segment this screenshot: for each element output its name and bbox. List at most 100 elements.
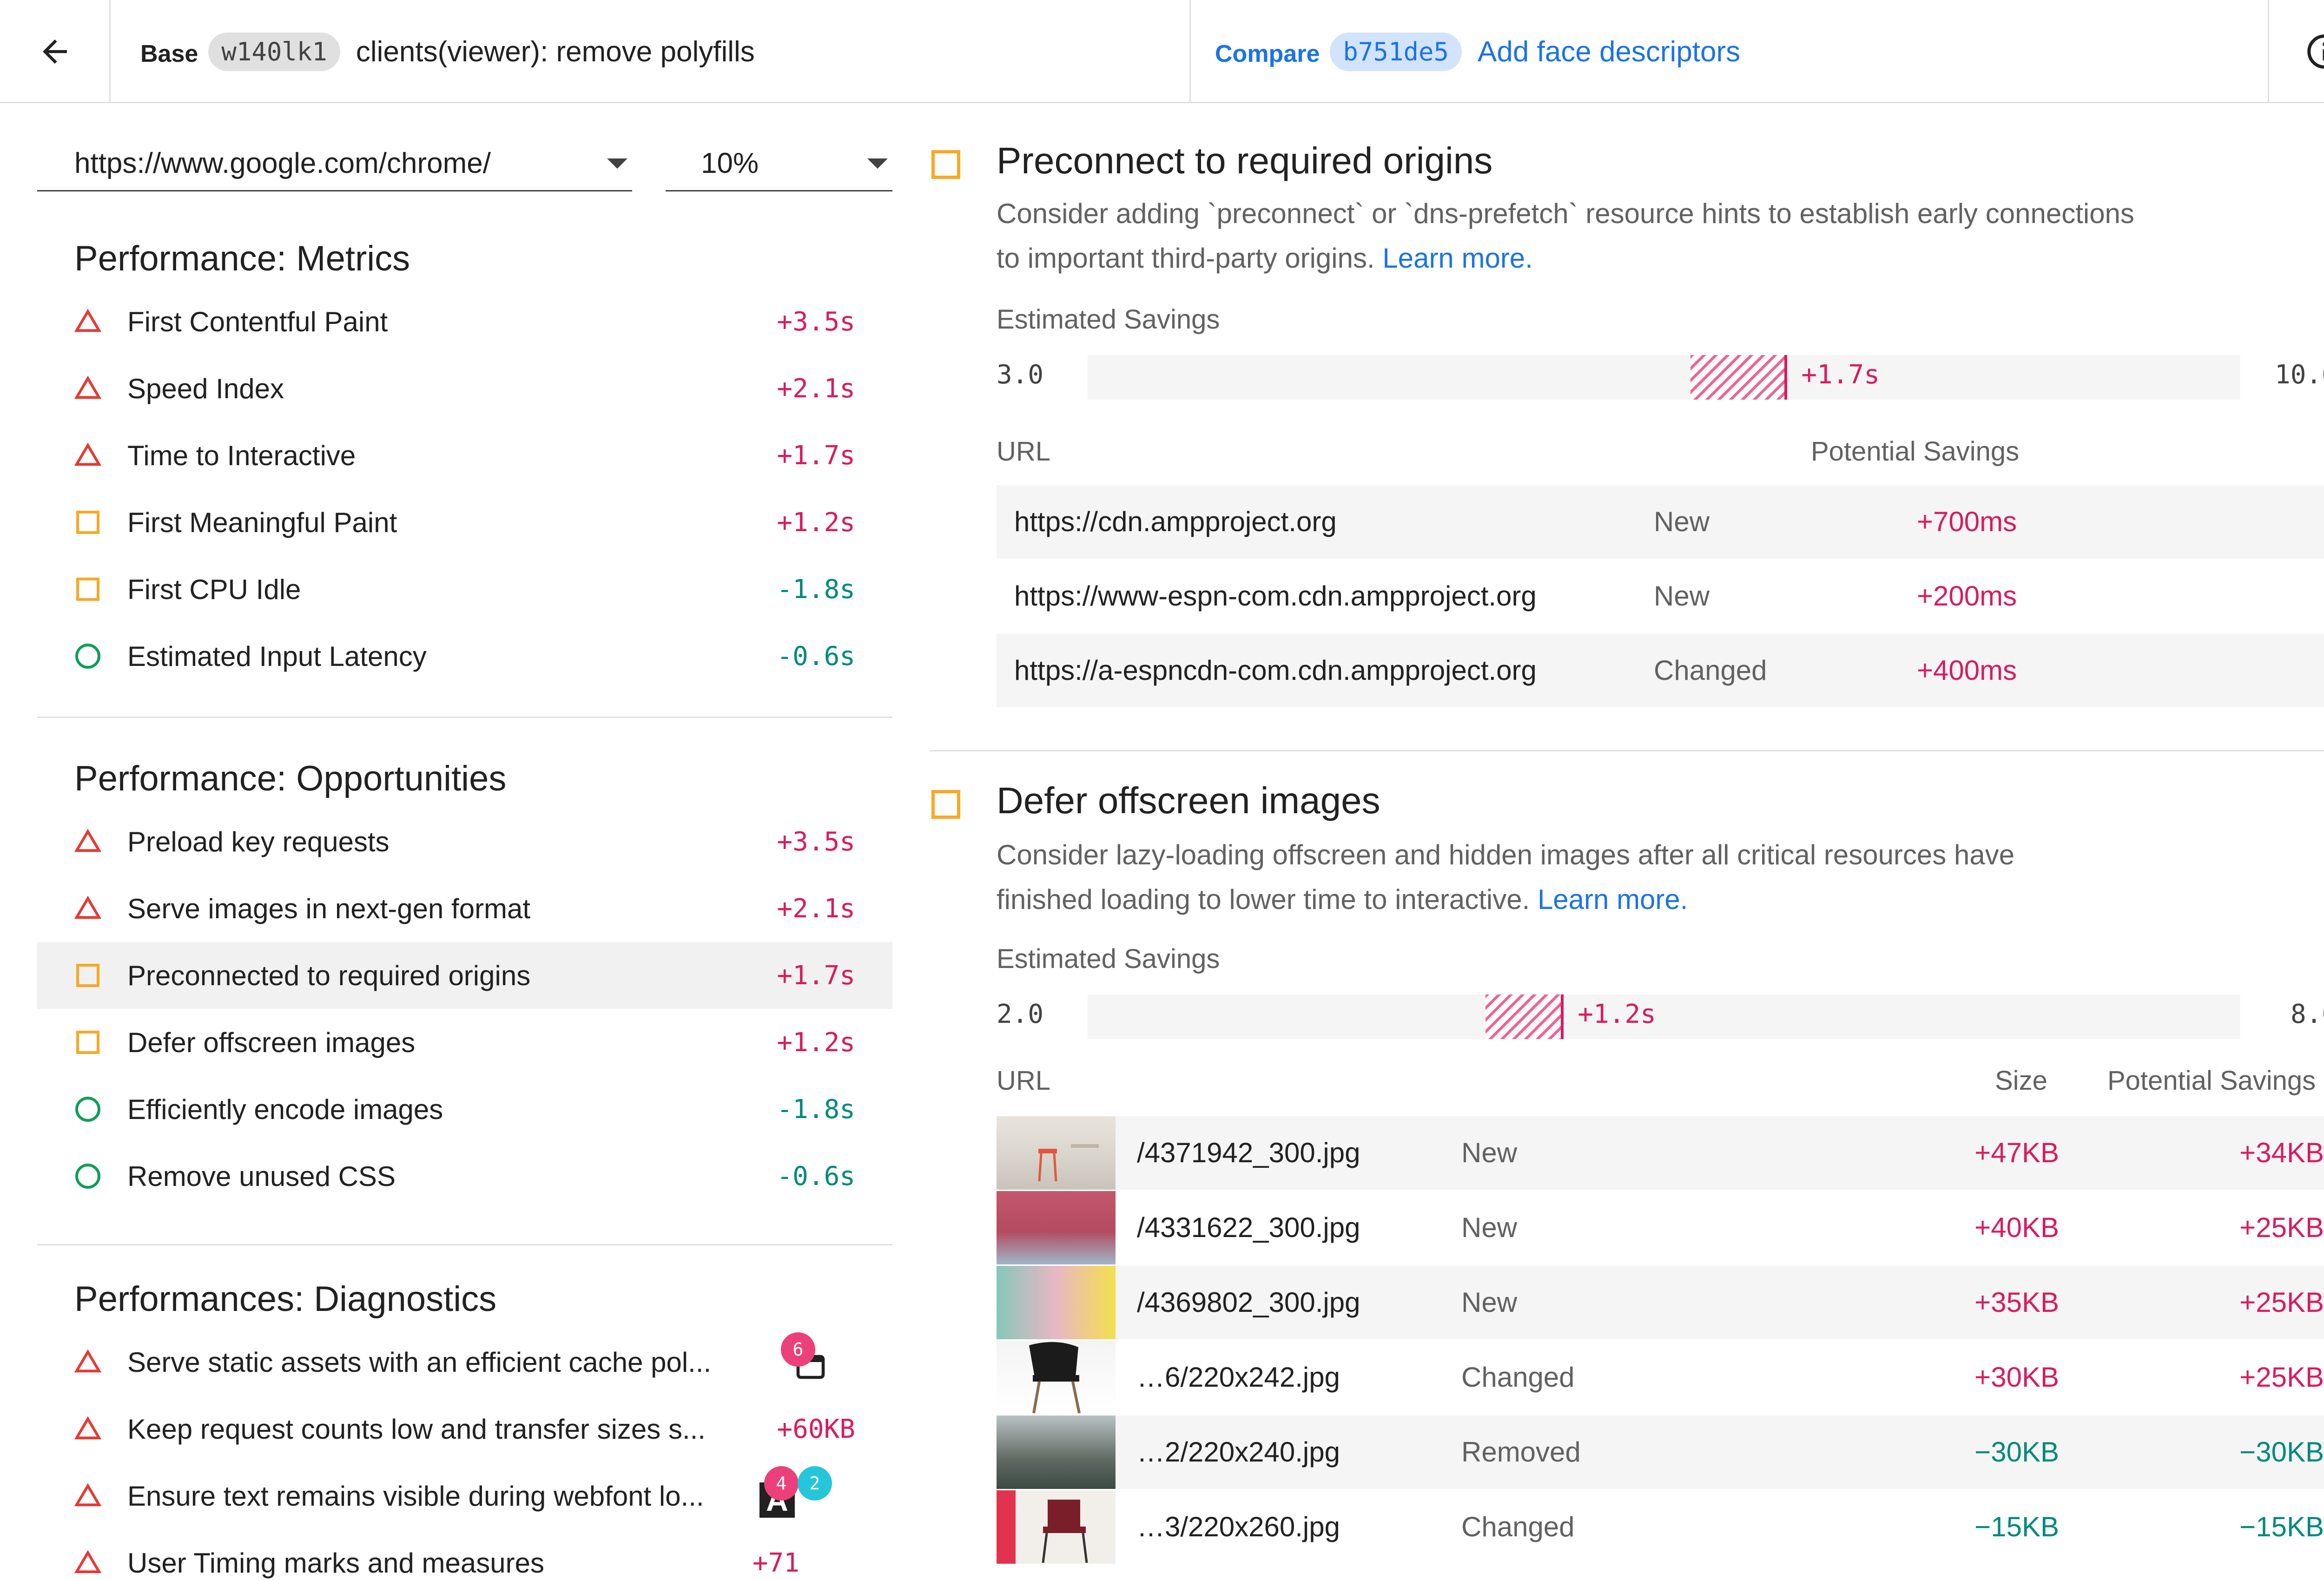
opportunity-row-label: Preload key requests — [127, 826, 390, 857]
opportunity-row[interactable]: Serve images in next-gen format +2.1s — [37, 875, 892, 942]
metric-row[interactable]: First CPU Idle -1.8s — [37, 556, 892, 623]
opportunities-section: Performance: Opportunities Preload key r… — [37, 743, 892, 1210]
table-row[interactable]: /4371942_300.jpg New +47KB +34KB — [997, 1116, 2324, 1190]
compare-commit: Compare b751de5 Add face descriptors — [1191, 0, 2269, 103]
diagnostic-row-label: Serve static assets with an efficient ca… — [127, 1346, 712, 1378]
table-row[interactable]: https://cdn.ampproject.org New +700ms — [997, 485, 2324, 559]
learn-more-link[interactable]: Learn more — [1382, 243, 1525, 274]
average-square-icon — [74, 509, 101, 536]
right-panel: Preconnect to required origins Consider … — [930, 103, 2324, 1580]
metric-row-value: +2.1s — [777, 373, 855, 404]
opportunity-row[interactable]: Remove unused CSS -0.6s — [37, 1143, 892, 1210]
opportunity-row-value: +3.5s — [777, 826, 855, 857]
diagnostic-row[interactable]: User Timing marks and measures +71 — [37, 1529, 892, 1580]
metric-row[interactable]: Time to Interactive +1.7s — [37, 422, 892, 489]
compare-label: Compare — [1215, 40, 1320, 67]
opportunity-row[interactable]: Efficiently encode images -1.8s — [37, 1076, 892, 1143]
metric-row-label: Estimated Input Latency — [127, 640, 427, 672]
red-chair-thumbnail — [997, 1490, 1116, 1564]
compare-commit-message[interactable]: Add face descriptors — [1478, 35, 1740, 68]
status-cell: Changed — [1461, 1511, 1575, 1542]
metric-row-value: +1.7s — [777, 440, 855, 471]
metric-row[interactable]: First Meaningful Paint +1.2s — [37, 489, 892, 556]
savings-cell: +400ms — [1917, 655, 2017, 686]
metric-row-value: +1.2s — [777, 507, 855, 538]
fail-triangle-icon — [74, 308, 102, 335]
pass-circle-icon — [74, 643, 101, 670]
savings-track — [1088, 355, 2240, 400]
compare-hash-chip[interactable]: b751de5 — [1330, 32, 1462, 71]
opportunity-row[interactable]: Defer offscreen images +1.2s — [37, 1009, 892, 1076]
metrics-section: Performance: Metrics First Contentful Pa… — [37, 223, 892, 690]
audit-description-line-2: finished loading to lower time to intera… — [997, 877, 2251, 922]
opportunity-row-value: -0.6s — [777, 1161, 855, 1192]
table-row[interactable]: /4369802_300.jpg New +35KB +25KB — [997, 1266, 2324, 1339]
divider — [37, 1244, 892, 1245]
opportunity-row-label: Remove unused CSS — [127, 1160, 396, 1192]
learn-more-link[interactable]: Learn more — [1538, 884, 1680, 915]
diagnostic-row[interactable]: Serve static assets with an efficient ca… — [37, 1329, 892, 1396]
table-row[interactable]: https://www-espn-com.cdn.ampproject.org N… — [997, 560, 2324, 633]
opportunity-row-label: Preconnected to required origins — [127, 960, 531, 991]
scale-max: 8.0 — [2291, 999, 2324, 1029]
count-badge: 4 — [764, 1466, 799, 1501]
size-cell: +35KB — [1974, 1287, 2059, 1318]
metric-row[interactable]: Speed Index +2.1s — [37, 355, 892, 422]
opportunity-row-value: -1.8s — [777, 1094, 855, 1125]
opportunity-row-label: Efficiently encode images — [127, 1093, 443, 1125]
column-header-size: Size — [1995, 1066, 2047, 1096]
chevron-down-icon — [867, 158, 888, 169]
metrics-list: First Contentful Paint +3.5s Speed Index +2… — [37, 288, 892, 690]
table-row[interactable]: …6/220x242.jpg Changed +30KB +25KB — [997, 1341, 2324, 1414]
opportunity-row[interactable]: Preload key requests +3.5s — [37, 808, 892, 875]
diagnostics-list: Serve static assets with an efficient ca… — [37, 1329, 892, 1580]
chevron-down-icon — [607, 158, 627, 169]
savings-cell: +200ms — [1917, 580, 2017, 612]
table-row[interactable]: https://a-espncdn-com.cdn.ampproject.org… — [997, 634, 2324, 707]
metric-row[interactable]: First Contentful Paint +3.5s — [37, 288, 892, 355]
column-header-savings: Potential Savings — [2107, 1066, 2316, 1096]
url-cell: /4369802_300.jpg — [1137, 1287, 1360, 1318]
fail-triangle-icon — [74, 442, 102, 469]
metrics-title: Performance: Metrics — [74, 239, 410, 278]
threshold-select[interactable]: 10% — [666, 137, 892, 191]
size-cell: −30KB — [1974, 1436, 2059, 1468]
diagnostic-row[interactable]: Ensure text remains visible during webfo… — [37, 1462, 892, 1529]
metric-row-label: First CPU Idle — [127, 573, 301, 605]
savings-value: +1.2s — [1578, 999, 1656, 1029]
status-cell: Removed — [1461, 1436, 1581, 1468]
chairs-thumbnail — [997, 1116, 1116, 1190]
status-cell: Changed — [1654, 655, 1767, 686]
opportunity-row-label: Serve images in next-gen format — [127, 893, 531, 924]
table-row[interactable]: /4331622_300.jpg New +40KB +25KB — [997, 1191, 2324, 1264]
metric-row-label: First Contentful Paint — [127, 306, 388, 337]
table-row[interactable]: …2/220x240.jpg Removed −30KB −30KB — [997, 1415, 2324, 1489]
fail-triangle-icon — [74, 375, 102, 402]
opportunity-row-label: Defer offscreen images — [127, 1027, 416, 1058]
url-select[interactable]: https://www.google.com/chrome/ — [37, 137, 632, 191]
url-cell: …2/220x240.jpg — [1137, 1436, 1340, 1468]
status-cell: New — [1654, 506, 1710, 537]
diagnostics-section: Performances: Diagnostics Serve static a… — [37, 1264, 892, 1580]
diagnostic-row[interactable]: Keep request counts low and transfer siz… — [37, 1396, 892, 1462]
left-panel: https://www.google.com/chrome/ 10% Perfo… — [37, 103, 892, 1580]
average-square-icon — [74, 576, 101, 603]
average-square-icon — [74, 962, 101, 989]
info-button[interactable] — [2269, 0, 2324, 103]
size-cell: +47KB — [1974, 1137, 2059, 1168]
period: . — [1680, 884, 1688, 915]
base-hash-chip[interactable]: w140lk1 — [208, 32, 340, 71]
status-cell: Changed — [1461, 1362, 1575, 1393]
count-badge: 6 — [781, 1332, 815, 1367]
fail-triangle-icon — [74, 1549, 102, 1576]
opportunity-row[interactable]: Preconnected to required origins +1.7s — [37, 942, 892, 1009]
top-bar: Base w140lk1 clients(viewer): remove pol… — [0, 0, 2324, 103]
table-row[interactable]: …3/220x260.jpg Changed −15KB −15KB — [997, 1490, 2324, 1564]
scale-min: 3.0 — [997, 360, 1044, 390]
diagnostic-row-label: Keep request counts low and transfer siz… — [127, 1413, 706, 1445]
metric-row-label: Time to Interactive — [127, 440, 356, 471]
metric-row[interactable]: Estimated Input Latency -0.6s — [37, 623, 892, 690]
url-cell: …3/220x260.jpg — [1137, 1511, 1340, 1542]
size-cell: −15KB — [1974, 1511, 2059, 1542]
back-button[interactable] — [0, 0, 111, 103]
